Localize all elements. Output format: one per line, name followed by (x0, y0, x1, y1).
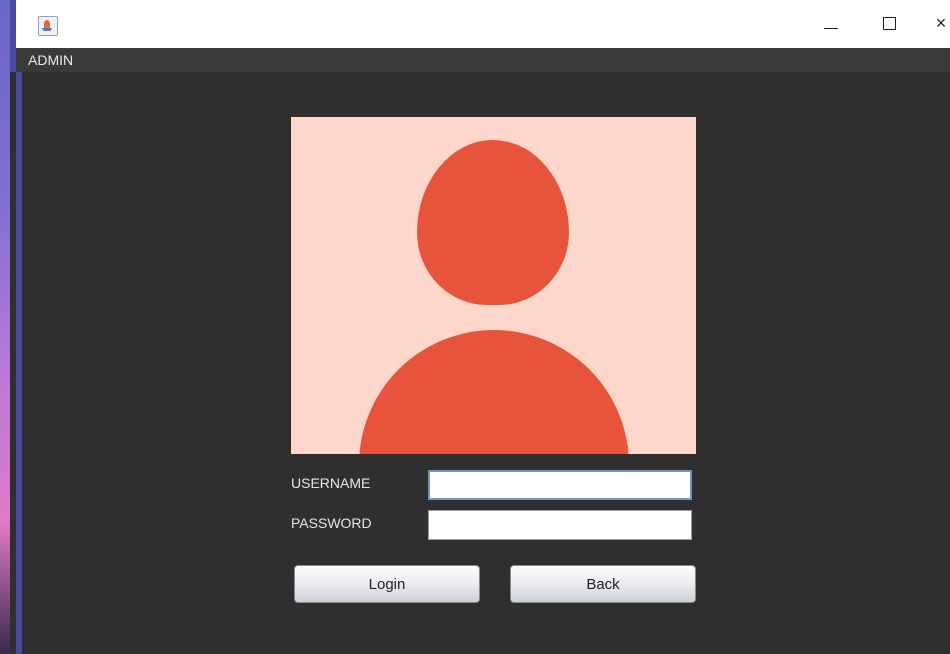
password-label: PASSWORD (291, 515, 372, 531)
close-button[interactable]: × (926, 8, 950, 38)
minimize-icon (824, 27, 838, 29)
user-avatar-icon (291, 117, 696, 454)
maximize-icon (882, 16, 896, 30)
avatar-body-shape (359, 330, 629, 454)
avatar-head-shape (417, 140, 569, 305)
java-app-icon (38, 16, 58, 36)
close-icon: × (935, 12, 947, 33)
menu-item-admin[interactable]: ADMIN (28, 52, 73, 68)
back-button[interactable]: Back (510, 565, 696, 603)
username-label: USERNAME (291, 475, 371, 491)
maximize-button[interactable] (874, 8, 904, 38)
username-input[interactable] (428, 470, 692, 500)
menu-bar: ADMIN (10, 48, 950, 72)
minimize-button[interactable] (816, 8, 846, 38)
title-bar: × (10, 0, 950, 48)
login-button[interactable]: Login (294, 565, 480, 603)
password-input[interactable] (428, 510, 692, 540)
desktop-background-strip (0, 0, 10, 654)
